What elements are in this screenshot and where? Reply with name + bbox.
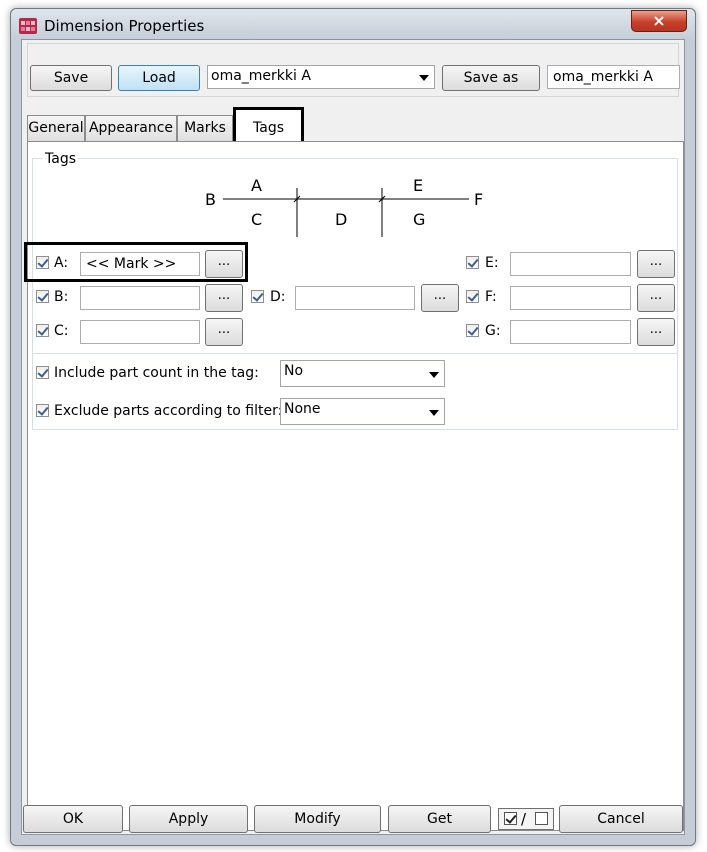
tag-g-checkbox[interactable] <box>466 324 479 337</box>
close-icon: × <box>652 11 666 30</box>
get-button[interactable]: Get <box>388 805 491 833</box>
include-part-count-value: No <box>284 363 304 379</box>
exclude-parts-checkbox[interactable] <box>36 404 49 417</box>
tag-d-input[interactable] <box>295 286 415 310</box>
dialog-client: Save Load oma_merkki A Save as oma_merkk… <box>21 39 685 835</box>
tab-strip: General Appearance Marks Tags <box>27 107 687 144</box>
diagram-label-f: F <box>474 190 483 209</box>
cancel-button[interactable]: Cancel <box>559 805 683 833</box>
tags-divider <box>33 353 677 354</box>
tag-d-label: D: <box>270 289 286 305</box>
check-all-icon <box>504 812 517 825</box>
diagram-label-g: G <box>413 210 425 229</box>
toggle-separator: / <box>521 810 527 828</box>
tag-e-browse-button[interactable]: ... <box>637 250 675 278</box>
include-part-count-checkbox[interactable] <box>36 366 49 379</box>
preset-toolbar: Save Load oma_merkki A Save as oma_merkk… <box>27 43 680 97</box>
tag-b-input[interactable] <box>80 286 200 310</box>
chevron-down-icon <box>429 410 439 416</box>
tag-a-browse-button[interactable]: ... <box>205 250 243 278</box>
chevron-down-icon <box>429 372 439 378</box>
title-bar: Dimension Properties × <box>11 9 695 41</box>
tag-a-label: A: <box>54 255 69 271</box>
tags-group: Tags B A C D E G F A: << Mark >> ... E: … <box>24 151 678 430</box>
tag-c-checkbox[interactable] <box>36 324 49 337</box>
save-as-name-input[interactable]: oma_merkki A <box>547 65 680 89</box>
tag-a-input[interactable]: << Mark >> <box>80 252 200 276</box>
tag-e-label: E: <box>485 255 499 271</box>
chevron-down-icon <box>419 75 429 81</box>
ok-button[interactable]: OK <box>23 805 123 833</box>
tag-f-input[interactable] <box>510 286 631 310</box>
tag-f-checkbox[interactable] <box>466 290 479 303</box>
tag-b-label: B: <box>54 289 69 305</box>
dialog-window: Dimension Properties × Save Load oma_mer… <box>10 8 696 846</box>
exclude-parts-filter-value: None <box>284 401 321 417</box>
tag-b-checkbox[interactable] <box>36 290 49 303</box>
uncheck-all-icon <box>535 812 548 825</box>
diagram-label-d: D <box>335 210 347 229</box>
include-part-count-select[interactable]: No <box>280 360 445 387</box>
close-button[interactable]: × <box>631 10 687 32</box>
tag-e-input[interactable] <box>510 252 631 276</box>
diagram-label-e: E <box>413 176 423 195</box>
tags-panel: Tags B A C D E G F A: << Mark >> ... E: … <box>24 141 684 831</box>
tag-c-browse-button[interactable]: ... <box>205 318 243 346</box>
tag-e-checkbox[interactable] <box>466 256 479 269</box>
tag-d-browse-button[interactable]: ... <box>421 284 459 312</box>
tag-g-input[interactable] <box>510 320 631 344</box>
diagram-label-a: A <box>251 176 262 195</box>
exclude-parts-filter-select[interactable]: None <box>280 398 445 425</box>
tag-c-label: C: <box>54 323 69 339</box>
tag-f-browse-button[interactable]: ... <box>637 284 675 312</box>
exclude-parts-label: Exclude parts according to filter: <box>54 403 283 419</box>
tag-c-input[interactable] <box>80 320 200 344</box>
apply-button[interactable]: Apply <box>129 805 248 833</box>
tag-b-browse-button[interactable]: ... <box>205 284 243 312</box>
tag-a-checkbox[interactable] <box>36 256 49 269</box>
tag-g-browse-button[interactable]: ... <box>637 318 675 346</box>
preset-select-value: oma_merkki A <box>211 68 311 84</box>
save-button[interactable]: Save <box>30 65 112 91</box>
tag-d-checkbox[interactable] <box>251 290 264 303</box>
modify-button[interactable]: Modify <box>254 805 381 833</box>
tab-general[interactable]: General <box>27 115 85 142</box>
tab-appearance[interactable]: Appearance <box>85 115 177 142</box>
window-title: Dimension Properties <box>44 17 205 35</box>
app-icon <box>19 18 37 34</box>
tab-tags[interactable]: Tags <box>233 107 304 144</box>
diagram-label-b: B <box>205 190 216 209</box>
load-button[interactable]: Load <box>118 65 200 91</box>
diagram-label-c: C <box>251 210 262 229</box>
tag-f-label: F: <box>485 289 497 305</box>
include-part-count-label: Include part count in the tag: <box>54 365 259 381</box>
preset-select[interactable]: oma_merkki A <box>207 65 435 89</box>
tag-g-label: G: <box>485 323 501 339</box>
save-as-button[interactable]: Save as <box>442 65 540 91</box>
select-all-toggle[interactable]: / <box>498 808 554 830</box>
tab-marks[interactable]: Marks <box>177 115 233 142</box>
